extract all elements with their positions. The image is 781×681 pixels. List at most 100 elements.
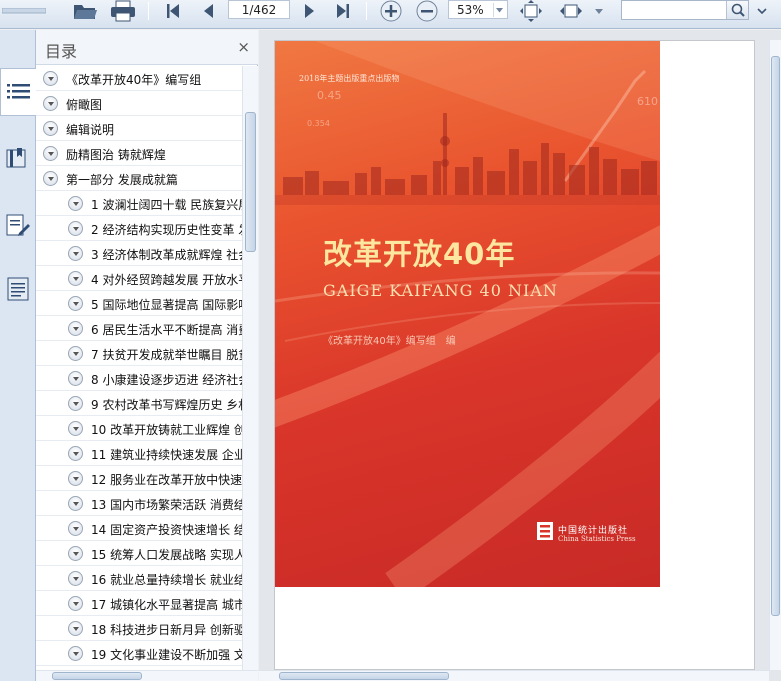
outline-item-label: 6 居民生活水平不断提高 消费	[91, 323, 242, 337]
outline-item[interactable]: 18 科技进步日新月异 创新驱	[36, 616, 242, 641]
document-page: 0.45 0.354 610 2018年主题出版重点出版物 改革开放40年 GA…	[274, 40, 755, 670]
first-page-icon[interactable]	[163, 0, 183, 22]
pages-tab[interactable]	[0, 265, 36, 313]
outline-item[interactable]: 9 农村改革书写辉煌历史 乡村	[36, 391, 242, 416]
outline-item-label: 第一部分 发展成就篇	[66, 173, 178, 187]
outline-item[interactable]: 《改革开放40年》编写组	[36, 66, 242, 91]
expand-toggle-icon[interactable]	[68, 421, 83, 436]
outline-header: 目录 ×	[36, 30, 258, 65]
page-list-icon	[7, 277, 29, 301]
outline-item-label: 《改革开放40年》编写组	[66, 73, 202, 87]
outline-item[interactable]: 12 服务业在改革开放中快速	[36, 466, 242, 491]
outline-item[interactable]: 13 国内市场繁荣活跃 消费结	[36, 491, 242, 516]
outline-item[interactable]: 2 经济结构实现历史性变革 发	[36, 216, 242, 241]
outline-item-label: 12 服务业在改革开放中快速	[91, 473, 242, 487]
outline-item[interactable]: 3 经济体制改革成就辉煌 社会	[36, 241, 242, 266]
outline-item[interactable]: 6 居民生活水平不断提高 消费	[36, 316, 242, 341]
outline-item[interactable]: 17 城镇化水平显著提高 城市	[36, 591, 242, 616]
expand-toggle-icon[interactable]	[68, 571, 83, 586]
cover-series-tag: 2018年主题出版重点出版物	[299, 74, 400, 83]
outline-item[interactable]: 11 建筑业持续快速发展 企业	[36, 441, 242, 466]
outline-item[interactable]: 1 波澜壮阔四十载 民族复兴展	[36, 191, 242, 216]
more-options-icon[interactable]	[592, 0, 606, 22]
document-horizontal-scrollbar[interactable]	[259, 670, 769, 681]
bookmarks-tab[interactable]	[0, 135, 36, 183]
zoom-in-icon[interactable]	[378, 0, 404, 22]
outline-horizontal-scrollbar[interactable]	[36, 670, 258, 681]
print-icon[interactable]	[108, 0, 138, 22]
expand-toggle-icon[interactable]	[68, 221, 83, 236]
outline-list: 《改革开放40年》编写组俯瞰图 编辑说明 励精图治 铸就辉煌第一部分 发展成就篇 1 …	[36, 66, 242, 670]
expand-toggle-icon[interactable]	[43, 121, 58, 136]
expand-toggle-icon[interactable]	[68, 196, 83, 211]
outline-item-label: 4 对外经贸跨越发展 开放水平	[91, 273, 242, 287]
page-number-field[interactable]: 1/462	[228, 0, 290, 19]
outline-item-label: 13 国内市场繁荣活跃 消费结	[91, 498, 242, 512]
scroll-thumb[interactable]	[771, 56, 780, 616]
scroll-thumb[interactable]	[245, 112, 256, 252]
outline-title: 目录	[45, 42, 78, 61]
scroll-thumb[interactable]	[52, 672, 142, 680]
bookmark-icon	[6, 148, 26, 168]
expand-toggle-icon[interactable]	[68, 271, 83, 286]
open-folder-icon[interactable]	[70, 0, 100, 22]
zoom-select[interactable]: 53%	[448, 0, 508, 19]
expand-toggle-icon[interactable]	[43, 171, 58, 186]
annotations-tab[interactable]	[0, 202, 36, 250]
outline-item-label: 8 小康建设逐步迈进 经济社会	[91, 373, 242, 387]
outline-item-label: 14 固定资产投资快速增长 结	[91, 523, 242, 537]
search-input[interactable]	[621, 0, 749, 20]
outline-item-label: 9 农村改革书写辉煌历史 乡村	[91, 398, 242, 412]
expand-toggle-icon[interactable]	[68, 621, 83, 636]
outline-item[interactable]: 编辑说明	[36, 116, 242, 141]
outline-item[interactable]: 19 文化事业建设不断加强 文	[36, 641, 242, 666]
expand-toggle-icon[interactable]	[68, 371, 83, 386]
expand-toggle-icon[interactable]	[68, 471, 83, 486]
chevron-down-icon	[493, 3, 505, 17]
outline-item[interactable]: 励精图治 铸就辉煌	[36, 141, 242, 166]
outline-item[interactable]: 16 就业总量持续增长 就业结	[36, 566, 242, 591]
outline-item[interactable]: 8 小康建设逐步迈进 经济社会	[36, 366, 242, 391]
close-icon[interactable]: ×	[237, 39, 250, 55]
outline-item-label: 10 改革开放铸就工业辉煌 创	[91, 423, 242, 437]
outline-item[interactable]: 10 改革开放铸就工业辉煌 创	[36, 416, 242, 441]
scroll-thumb[interactable]	[279, 672, 449, 680]
expand-toggle-icon[interactable]	[43, 71, 58, 86]
menu-dropdown-button[interactable]	[0, 0, 48, 22]
expand-toggle-icon[interactable]	[68, 321, 83, 336]
outline-item[interactable]: 7 扶贫开发成就举世瞩目 脱贫	[36, 341, 242, 366]
outline-item[interactable]: 15 统筹人口发展战略 实现人	[36, 541, 242, 566]
expand-toggle-icon[interactable]	[68, 446, 83, 461]
cover-pinyin-title: GAIGE KAIFANG 40 NIAN	[323, 281, 558, 300]
expand-toggle-icon[interactable]	[68, 546, 83, 561]
expand-toggle-icon[interactable]	[68, 396, 83, 411]
expand-toggle-icon[interactable]	[68, 296, 83, 311]
outline-tab[interactable]	[0, 68, 37, 116]
expand-toggle-icon[interactable]	[68, 496, 83, 511]
outline-item-label: 7 扶贫开发成就举世瞩目 脱贫	[91, 348, 242, 362]
search-icon[interactable]	[726, 1, 748, 19]
expand-toggle-icon[interactable]	[43, 146, 58, 161]
expand-toggle-icon[interactable]	[68, 521, 83, 536]
document-vertical-scrollbar[interactable]	[769, 40, 781, 670]
expand-toggle-icon[interactable]	[68, 246, 83, 261]
expand-toggle-icon[interactable]	[68, 646, 83, 661]
outline-item[interactable]: 14 固定资产投资快速增长 结	[36, 516, 242, 541]
previous-page-icon[interactable]	[198, 0, 218, 22]
toolbar-chevron-down-icon[interactable]	[754, 0, 770, 22]
outline-item[interactable]: 第一部分 发展成就篇	[36, 166, 242, 191]
zoom-out-icon[interactable]	[414, 0, 440, 22]
outline-item[interactable]: 俯瞰图	[36, 91, 242, 116]
last-page-icon[interactable]	[333, 0, 353, 22]
expand-toggle-icon[interactable]	[43, 96, 58, 111]
expand-toggle-icon[interactable]	[68, 346, 83, 361]
expand-toggle-icon[interactable]	[68, 596, 83, 611]
outline-vertical-scrollbar[interactable]	[242, 66, 258, 670]
fit-width-icon[interactable]	[558, 0, 584, 22]
edit-note-icon	[6, 214, 30, 236]
outline-panel: 目录 × 《改革开放40年》编写组俯瞰图 编辑说明 励精图治 铸就辉煌第一部分 发展…	[36, 30, 258, 681]
fit-page-icon[interactable]	[518, 0, 544, 22]
outline-item[interactable]: 4 对外经贸跨越发展 开放水平	[36, 266, 242, 291]
next-page-icon[interactable]	[300, 0, 320, 22]
outline-item[interactable]: 5 国际地位显著提高 国际影响	[36, 291, 242, 316]
